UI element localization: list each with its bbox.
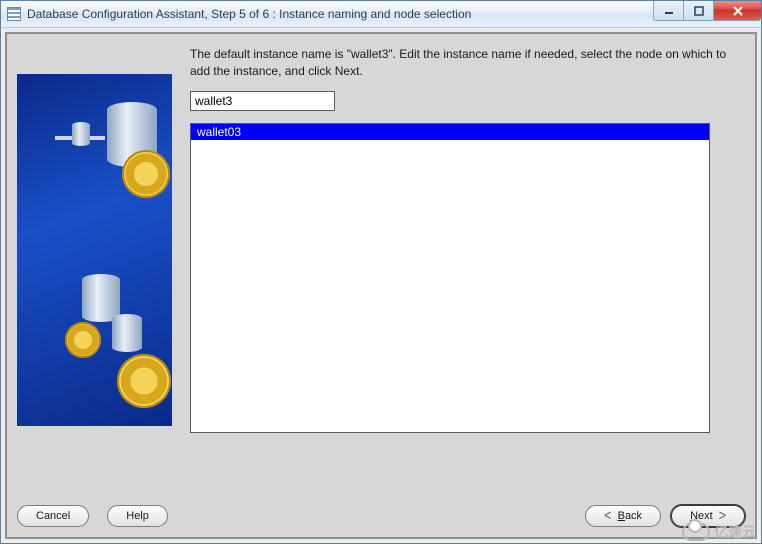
node-list-item[interactable]: wallet03 — [191, 124, 709, 140]
back-label: Back — [618, 510, 642, 522]
window-controls — [653, 1, 761, 21]
instruction-text: The default instance name is "wallet3". … — [190, 46, 743, 81]
window-body: The default instance name is "wallet3". … — [0, 28, 762, 544]
back-button[interactable]: ᐸ Back — [585, 505, 661, 527]
cancel-label: Cancel — [36, 510, 70, 522]
help-label: Help — [126, 510, 149, 522]
next-button[interactable]: Next ᐳ — [671, 505, 745, 527]
wizard-graphic — [17, 74, 172, 426]
cancel-button[interactable]: Cancel — [17, 505, 89, 527]
window-title: Database Configuration Assistant, Step 5… — [27, 7, 471, 21]
button-bar: Cancel Help ᐸ Back Next ᐳ — [17, 503, 745, 529]
maximize-button[interactable] — [683, 1, 713, 21]
titlebar: Database Configuration Assistant, Step 5… — [0, 0, 762, 28]
minimize-button[interactable] — [653, 1, 683, 21]
next-label: Next — [690, 510, 713, 522]
app-icon — [7, 7, 21, 21]
chevron-left-icon: ᐸ — [604, 511, 611, 522]
chevron-right-icon: ᐳ — [719, 511, 726, 522]
instance-name-input[interactable] — [190, 91, 335, 111]
node-list[interactable]: wallet03 — [190, 123, 710, 433]
wizard-panel: The default instance name is "wallet3". … — [5, 32, 757, 539]
main-area: The default instance name is "wallet3". … — [190, 44, 745, 433]
help-button[interactable]: Help — [107, 505, 168, 527]
close-button[interactable] — [713, 1, 761, 21]
